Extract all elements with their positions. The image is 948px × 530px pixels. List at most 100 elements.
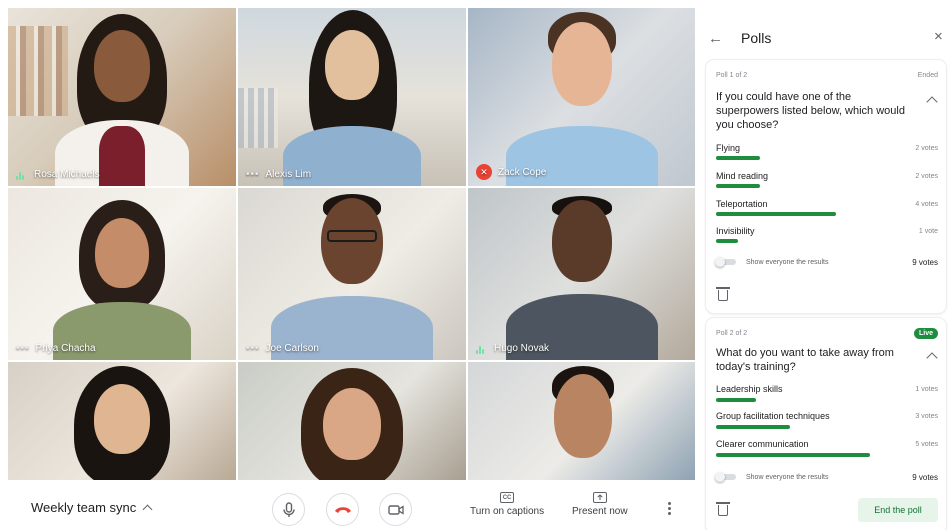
video-tile[interactable]: Rosa Michaels <box>8 8 236 186</box>
present-icon <box>592 492 607 503</box>
poll-question: What do you want to take away from today… <box>716 347 894 373</box>
close-icon[interactable]: × <box>934 28 943 45</box>
leave-call-button[interactable] <box>326 493 359 526</box>
participant-name: Zack Cope <box>498 166 547 178</box>
end-poll-button[interactable]: End the poll <box>858 498 938 522</box>
present-label: Present now <box>572 506 628 517</box>
video-grid: Rosa Michaels ••• Alexis Lim ✕ Zack Cope… <box>8 8 695 480</box>
poll-option-votes: 2 votes <box>915 173 938 180</box>
meeting-details-toggle[interactable]: Weekly team sync <box>31 500 153 515</box>
delete-poll-icon[interactable] <box>716 502 730 516</box>
video-tile[interactable]: ••• Alexis Lim <box>238 8 466 186</box>
meeting-controls-bar: Weekly team sync CC Turn on captions Pre… <box>0 482 700 530</box>
participant-figure <box>52 362 192 480</box>
chevron-up-icon[interactable] <box>926 352 938 364</box>
chevron-up-icon <box>142 504 153 515</box>
poll-option-votes: 4 votes <box>915 201 938 208</box>
camera-button[interactable] <box>379 493 412 526</box>
chevron-up-icon[interactable] <box>926 96 938 108</box>
nameplate: Rosa Michaels <box>16 169 100 180</box>
show-results-label: Show everyone the results <box>746 259 829 266</box>
present-now-button[interactable]: Present now <box>572 492 628 517</box>
participant-figure <box>512 362 652 480</box>
poll-option-label: Clearer communication <box>716 439 809 449</box>
mic-muted-icon: ✕ <box>476 164 492 180</box>
microphone-icon <box>282 501 295 517</box>
poll-option-label: Teleportation <box>716 199 768 209</box>
show-results-toggle[interactable] <box>715 471 738 482</box>
participant-figure <box>502 188 662 360</box>
meeting-title: Weekly team sync <box>31 500 137 515</box>
delete-poll-icon[interactable] <box>716 287 730 301</box>
poll-option-votes: 1 vote <box>918 228 938 235</box>
speaking-indicator-icon <box>16 170 28 180</box>
poll-option-bar <box>716 239 738 243</box>
nameplate: ✕ Zack Cope <box>476 164 546 180</box>
video-tile[interactable]: ••• Priya Chacha <box>8 188 236 360</box>
video-tile[interactable] <box>468 362 695 480</box>
more-options-icon: ••• <box>16 343 30 354</box>
nameplate: ••• Priya Chacha <box>16 343 96 354</box>
poll-option-bar <box>716 212 836 216</box>
captions-label: Turn on captions <box>470 506 545 517</box>
back-arrow-icon[interactable]: ← <box>708 30 723 47</box>
total-votes: 9 votes <box>912 473 938 482</box>
poll-option-bar <box>716 453 870 457</box>
poll-number: Poll 1 of 2 <box>716 72 748 79</box>
live-badge: Live <box>913 328 938 339</box>
video-tile[interactable]: Hugo Novak <box>468 188 695 360</box>
participant-figure <box>277 8 427 186</box>
poll-option-bar <box>716 156 760 160</box>
hang-up-icon <box>334 506 351 513</box>
participant-name: Joe Carlson <box>265 343 319 354</box>
poll-number: Poll 2 of 2 <box>716 330 748 337</box>
participant-figure <box>502 8 662 186</box>
show-results-toggle[interactable] <box>715 256 738 267</box>
captions-icon: CC <box>500 492 515 503</box>
more-options-icon: ••• <box>246 169 260 180</box>
participant-name: Hugo Novak <box>494 343 550 354</box>
participant-figure <box>267 188 437 360</box>
poll-option-bar <box>716 425 790 429</box>
nameplate: ••• Joe Carlson <box>246 343 319 354</box>
participant-name: Rosa Michaels <box>34 169 100 180</box>
poll-card: Poll 2 of 2 Live What do you want to tak… <box>706 318 946 530</box>
poll-option-label: Group facilitation techniques <box>716 411 830 421</box>
participant-figure <box>47 188 197 360</box>
poll-question: If you could have one of the superpowers… <box>716 91 905 131</box>
participant-name: Priya Chacha <box>35 343 96 354</box>
video-tile[interactable]: ✕ Zack Cope <box>468 8 695 186</box>
panel-header: ← Polls × <box>698 8 948 60</box>
poll-option-bar <box>716 398 756 402</box>
more-options-icon[interactable] <box>668 502 671 515</box>
poll-option-votes: 1 votes <box>915 386 938 393</box>
poll-option-votes: 5 votes <box>915 441 938 448</box>
captions-button[interactable]: CC Turn on captions <box>470 492 544 517</box>
video-tile[interactable]: ••• Joe Carlson <box>238 188 466 360</box>
video-tile[interactable] <box>238 362 466 480</box>
total-votes: 9 votes <box>912 258 938 267</box>
poll-option-label: Leadership skills <box>716 384 783 394</box>
camera-icon <box>387 504 404 515</box>
participant-name: Alexis Lim <box>265 169 312 180</box>
meet-window: Rosa Michaels ••• Alexis Lim ✕ Zack Cope… <box>0 0 948 530</box>
video-tile[interactable] <box>8 362 236 480</box>
microphone-button[interactable] <box>272 493 305 526</box>
poll-option-label: Invisibility <box>716 226 755 236</box>
poll-option-votes: 2 votes <box>915 145 938 152</box>
nameplate: ••• Alexis Lim <box>246 169 311 180</box>
panel-title: Polls <box>741 30 772 46</box>
nameplate: Hugo Novak <box>476 343 549 354</box>
poll-status: Ended <box>917 72 938 79</box>
poll-option-votes: 3 votes <box>915 413 938 420</box>
more-options-icon: ••• <box>246 343 260 354</box>
bookshelf <box>238 88 278 148</box>
show-results-label: Show everyone the results <box>746 474 829 481</box>
poll-card: Poll 1 of 2 Ended If you could have one … <box>706 60 946 313</box>
participant-figure <box>47 8 197 186</box>
poll-option-label: Mind reading <box>716 171 769 181</box>
speaking-indicator-icon <box>476 344 488 354</box>
poll-option-label: Flying <box>716 143 741 153</box>
polls-panel: ← Polls × Poll 1 of 2 Ended If you could… <box>698 8 948 530</box>
participant-figure <box>277 362 427 480</box>
